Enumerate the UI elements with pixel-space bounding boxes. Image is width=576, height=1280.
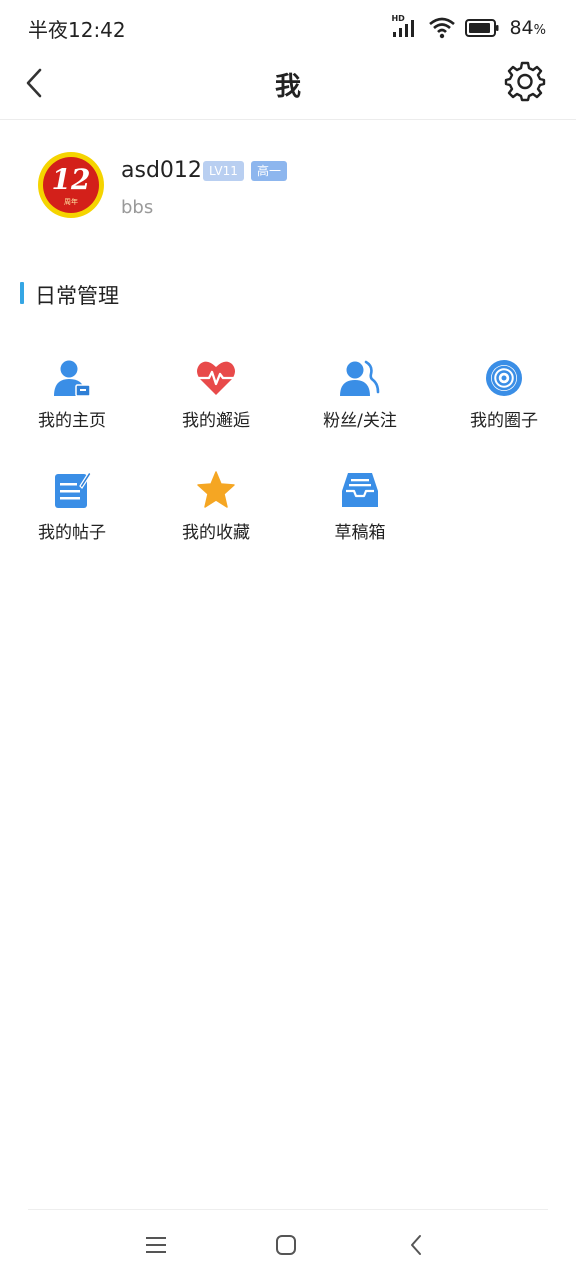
- grid-item-my-circles[interactable]: 我的圈子: [432, 358, 576, 448]
- avatar[interactable]: 12 周年: [38, 152, 104, 218]
- grid-item-my-favorites[interactable]: 我的收藏: [144, 470, 288, 560]
- edit-note-icon: [55, 471, 92, 508]
- page-title: 我: [274, 72, 301, 102]
- avatar-number: 12: [51, 163, 91, 196]
- grid-label: 我的帖子: [38, 523, 106, 543]
- app-header: 我: [0, 56, 576, 120]
- avatar-logo: 12 周年: [43, 157, 99, 213]
- grid-label: 我的邂逅: [182, 411, 250, 431]
- section-accent-bar: [20, 282, 24, 304]
- home-square-icon: [276, 1235, 296, 1255]
- section-title: 日常管理: [35, 284, 119, 308]
- heartbeat-icon: [197, 361, 235, 395]
- settings-button[interactable]: [504, 60, 546, 102]
- user-home-icon: [54, 360, 91, 397]
- grid-item-my-posts[interactable]: 我的帖子: [0, 470, 144, 560]
- hd-label: HD: [391, 14, 405, 23]
- profile-card[interactable]: 12 周年 asd012 LV11 高一 bbs: [0, 150, 576, 230]
- battery-percent: 84%: [509, 17, 546, 39]
- signal-icon: HD: [391, 14, 419, 39]
- grid-label: 我的圈子: [470, 411, 538, 431]
- grid-label: 粉丝/关注: [323, 411, 397, 431]
- grid-item-drafts[interactable]: 草稿箱: [288, 470, 432, 560]
- wifi-icon: [429, 17, 456, 39]
- circle-target-icon: [486, 360, 522, 396]
- level-badge: LV11: [203, 161, 244, 181]
- grid-label: 草稿箱: [334, 523, 386, 543]
- grid-item-fans-follow[interactable]: 粉丝/关注: [288, 358, 432, 448]
- username: asd012: [121, 158, 202, 183]
- fans-icon: [340, 360, 380, 396]
- nav-back-button[interactable]: [402, 1230, 432, 1260]
- grid-label: 我的主页: [38, 411, 106, 431]
- inbox-tray-icon: [342, 473, 378, 507]
- profile-subtitle: bbs: [121, 197, 154, 218]
- gear-icon: [504, 61, 546, 102]
- grid-label: 我的收藏: [182, 523, 250, 543]
- nav-divider: [28, 1209, 548, 1210]
- back-icon: [411, 1235, 421, 1255]
- status-bar: 半夜12:42 HD 84%: [0, 0, 576, 56]
- nav-menu-button[interactable]: [141, 1230, 171, 1260]
- star-icon: [197, 471, 235, 508]
- grade-badge: 高一: [251, 161, 288, 181]
- avatar-caption: 周年: [64, 198, 78, 206]
- section-header: 日常管理: [0, 280, 576, 308]
- battery-icon: [465, 19, 499, 37]
- grid-item-my-encounters[interactable]: 我的邂逅: [144, 358, 288, 448]
- menu-icon: [146, 1237, 166, 1253]
- status-icons: HD 84%: [391, 14, 546, 42]
- nav-home-button[interactable]: [271, 1230, 301, 1260]
- grid-item-my-homepage[interactable]: 我的主页: [0, 358, 144, 448]
- status-time: 半夜12:42: [28, 18, 126, 42]
